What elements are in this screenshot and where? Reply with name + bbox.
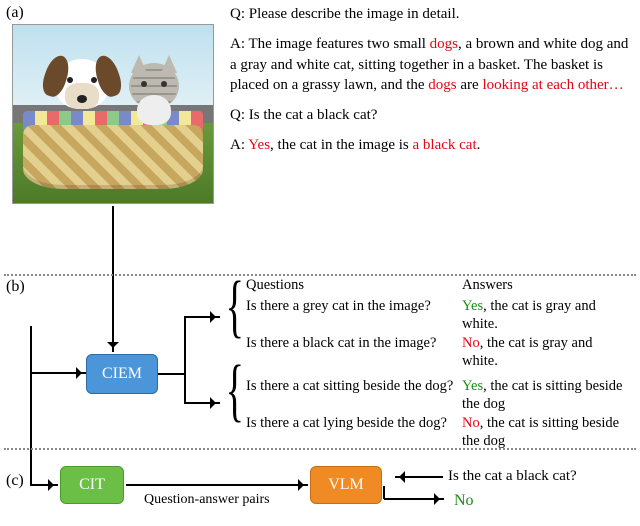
arrow-cit-to-vlm [126, 484, 308, 486]
col-header-questions: Questions [246, 276, 462, 295]
cit-node: CIT [60, 466, 124, 504]
brace-top-icon: { [226, 272, 244, 354]
section-a-label: (a) [6, 4, 24, 22]
ciem-qa-table: Questions Answers Is there a grey cat in… [246, 276, 630, 451]
brace-bottom-icon: { [226, 356, 244, 438]
ciem-node: CIEM [86, 354, 158, 394]
example-image [12, 24, 214, 204]
section-b: (b) CIEM { { Questions Answers Is there … [0, 276, 640, 446]
q1: Q: Please describe the image in detail. [230, 4, 630, 24]
edge-label-qapairs: Question-answer pairs [144, 492, 270, 508]
ciem-out-stem [158, 373, 186, 375]
ciem-out-down [184, 402, 220, 404]
qa-row: Is there a cat sitting beside the dog? Y… [246, 377, 630, 414]
cat-icon [123, 51, 185, 129]
qa-row: Is there a grey cat in the image? Yes, t… [246, 297, 630, 334]
dog-icon [47, 49, 117, 129]
section-b-label: (b) [6, 278, 25, 296]
ciem-out-up [184, 316, 220, 318]
divider-bc [4, 448, 636, 450]
col-header-answers: Answers [462, 276, 630, 295]
vlm-input-question: Is the cat a black cat? [448, 468, 577, 485]
a1: A: The image features two small dogs, a … [230, 34, 630, 95]
qa-row: Is there a black cat in the image? No, t… [246, 334, 630, 371]
section-c-label: (c) [6, 472, 24, 490]
qa-row: Is there a cat lying beside the dog? No,… [246, 414, 630, 451]
arrow-left-into-ciem [30, 372, 86, 374]
arrow-vlm-out [384, 498, 444, 500]
vlm-node: VLM [310, 466, 382, 504]
qa-block-a: Q: Please describe the image in detail. … [230, 4, 630, 156]
q2: Q: Is the cat a black cat? [230, 105, 630, 125]
section-c: (c) CIT Question-answer pairs VLM Is the… [0, 452, 640, 526]
vlm-output-answer: No [454, 492, 474, 510]
a2: A: Yes, the cat in the image is a black … [230, 135, 630, 155]
arrow-question-into-vlm [395, 476, 443, 478]
section-a: (a) Q: Please describe the image in deta… [0, 0, 640, 272]
